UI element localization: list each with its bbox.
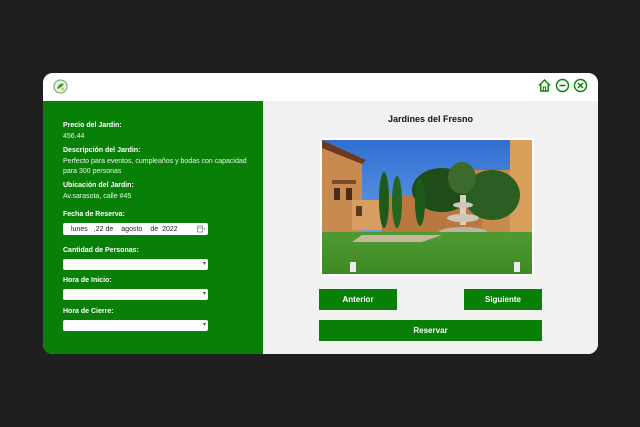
date-label: Fecha de Reserva: xyxy=(63,211,125,218)
end-time-select[interactable]: ▾ xyxy=(63,320,208,331)
next-button[interactable]: Siguiente xyxy=(464,289,542,310)
date-picker[interactable]: lunes , 22 de agosto de 2022 xyxy=(63,223,208,235)
date-weekday[interactable]: lunes xyxy=(71,226,88,233)
description-label: Descripción del Jardin: xyxy=(63,147,141,154)
app-logo-icon xyxy=(53,79,68,94)
close-icon[interactable] xyxy=(573,78,588,93)
chevron-down-icon: ▾ xyxy=(202,322,206,328)
location-value: Av.sarasota, calle #45 xyxy=(63,193,132,200)
garden-photo xyxy=(320,138,534,276)
chevron-down-icon: ▾ xyxy=(202,291,206,297)
date-month[interactable]: agosto xyxy=(121,226,142,233)
description-value: Perfecto para eventos, cumpleaños y boda… xyxy=(63,158,247,175)
chevron-down-icon: ▾ xyxy=(202,261,206,267)
location-label: Ubicación del Jardin: xyxy=(63,182,134,189)
date-de: de xyxy=(105,225,114,233)
start-time-label: Hora de Inicio: xyxy=(63,277,112,284)
home-icon[interactable] xyxy=(537,78,552,93)
title-bar xyxy=(43,73,598,101)
price-value: 456.44 xyxy=(63,133,85,140)
garden-title: Jardines del Fresno xyxy=(387,114,474,124)
gallery-panel: Jardines del Fresno Anterior Siguiente R… xyxy=(263,101,598,354)
end-time-label: Hora de Cierre: xyxy=(63,308,114,315)
price-label: Precio del Jardin: xyxy=(63,122,122,129)
reservation-panel: Precio del Jardin: 456.44 Descripción de… xyxy=(43,101,263,354)
calendar-dropdown-icon[interactable] xyxy=(197,225,206,233)
people-select[interactable]: ▾ xyxy=(63,259,208,270)
reserve-button[interactable]: Reservar xyxy=(319,320,542,341)
start-time-select[interactable]: ▾ xyxy=(63,289,208,300)
people-label: Cantidad de Personas: xyxy=(63,247,139,254)
date-year[interactable]: 2022 xyxy=(162,226,178,233)
minimize-icon[interactable] xyxy=(555,78,570,93)
date-de: de xyxy=(150,225,159,233)
previous-button[interactable]: Anterior xyxy=(319,289,397,310)
app-window: Precio del Jardin: 456.44 Descripción de… xyxy=(43,73,598,354)
date-day[interactable]: 22 xyxy=(96,226,104,233)
